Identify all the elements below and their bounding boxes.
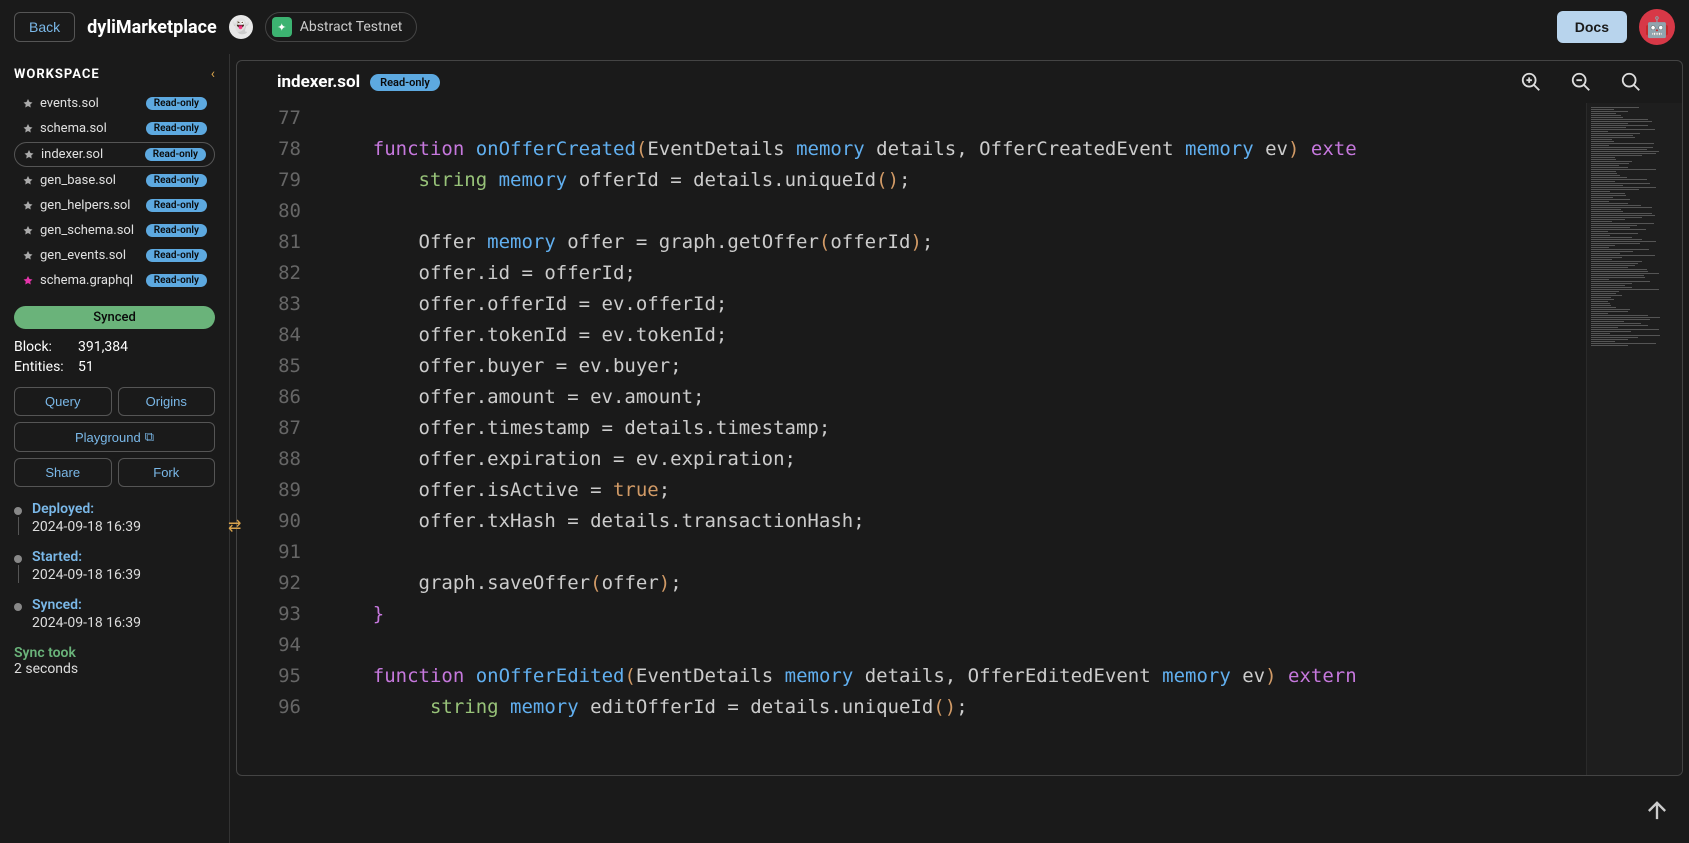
zoom-out-icon[interactable] bbox=[1570, 71, 1592, 93]
file-item[interactable]: indexer.sol Read-only bbox=[14, 142, 215, 167]
external-link-icon: ⧉ bbox=[145, 429, 154, 445]
ghost-icon: 👻 bbox=[229, 15, 253, 39]
collapse-sidebar-icon[interactable]: ‹ bbox=[211, 66, 215, 82]
readonly-pill: Read-only bbox=[146, 97, 207, 110]
file-icon bbox=[22, 250, 34, 262]
timeline-dot-icon bbox=[14, 555, 22, 563]
file-item[interactable]: gen_helpers.sol Read-only bbox=[14, 194, 215, 217]
timeline-label: Synced: bbox=[32, 597, 141, 613]
block-label: Block: bbox=[14, 339, 78, 355]
block-value: 391,384 bbox=[78, 339, 128, 355]
file-name: gen_events.sol bbox=[40, 248, 126, 263]
file-item[interactable]: gen_events.sol Read-only bbox=[14, 244, 215, 267]
scroll-top-button[interactable] bbox=[1643, 797, 1671, 825]
network-icon: ✦ bbox=[272, 17, 292, 37]
file-icon bbox=[23, 149, 35, 161]
file-name: schema.sol bbox=[40, 121, 107, 136]
code-content: function onOfferCreated(EventDetails mem… bbox=[327, 103, 1586, 775]
workspace-title: WORKSPACE bbox=[14, 67, 100, 82]
readonly-pill: Read-only bbox=[146, 199, 207, 212]
file-name: gen_schema.sol bbox=[40, 223, 134, 238]
readonly-badge: Read-only bbox=[370, 74, 440, 91]
timeline-label: Started: bbox=[32, 549, 141, 565]
playground-button[interactable]: Playground ⧉ bbox=[14, 422, 215, 452]
avatar[interactable]: 🤖 bbox=[1639, 9, 1675, 45]
readonly-pill: Read-only bbox=[146, 224, 207, 237]
file-item[interactable]: schema.sol Read-only bbox=[14, 117, 215, 140]
search-icon[interactable] bbox=[1620, 71, 1642, 93]
file-icon bbox=[22, 275, 34, 287]
project-name: dyliMarketplace bbox=[87, 17, 217, 38]
file-name: events.sol bbox=[40, 96, 99, 111]
query-button[interactable]: Query bbox=[14, 387, 112, 416]
share-button[interactable]: Share bbox=[14, 458, 112, 487]
sidebar: WORKSPACE ‹ events.sol Read-only schema.… bbox=[0, 54, 230, 843]
docs-button[interactable]: Docs bbox=[1557, 11, 1627, 43]
file-list: events.sol Read-only schema.sol Read-onl… bbox=[14, 92, 215, 292]
readonly-pill: Read-only bbox=[145, 148, 206, 161]
sync-took-label: Sync took bbox=[14, 645, 215, 661]
file-item[interactable]: gen_base.sol Read-only bbox=[14, 169, 215, 192]
file-icon bbox=[22, 98, 34, 110]
origins-button[interactable]: Origins bbox=[118, 387, 216, 416]
top-header: Back dyliMarketplace 👻 ✦ Abstract Testne… bbox=[0, 0, 1689, 54]
file-icon bbox=[22, 200, 34, 212]
timeline-label: Deployed: bbox=[32, 501, 141, 517]
readonly-pill: Read-only bbox=[146, 174, 207, 187]
readonly-pill: Read-only bbox=[146, 274, 207, 287]
timeline: Deployed: 2024-09-18 16:39 Started: 2024… bbox=[14, 501, 215, 631]
readonly-pill: Read-only bbox=[146, 122, 207, 135]
sync-status: Synced bbox=[14, 306, 215, 329]
network-label: Abstract Testnet bbox=[300, 19, 403, 35]
file-name: schema.graphql bbox=[40, 273, 133, 288]
file-item[interactable]: schema.graphql Read-only bbox=[14, 269, 215, 292]
sync-took-value: 2 seconds bbox=[14, 661, 215, 677]
file-icon bbox=[22, 175, 34, 187]
zoom-in-icon[interactable] bbox=[1520, 71, 1542, 93]
file-icon bbox=[22, 123, 34, 135]
timeline-item: Started: 2024-09-18 16:39 bbox=[14, 549, 215, 583]
file-name: indexer.sol bbox=[41, 147, 103, 162]
code-editor[interactable]: 7778798081828384858687888990919293949596… bbox=[237, 103, 1682, 775]
editor-area: ⇄ indexer.sol Read-only 7778798081828384… bbox=[230, 54, 1689, 843]
line-gutter: 7778798081828384858687888990919293949596 bbox=[237, 103, 327, 775]
editor-tabbar: indexer.sol Read-only bbox=[237, 61, 1682, 103]
timeline-time: 2024-09-18 16:39 bbox=[32, 519, 141, 535]
timeline-item: Deployed: 2024-09-18 16:39 bbox=[14, 501, 215, 535]
readonly-pill: Read-only bbox=[146, 249, 207, 262]
timeline-dot-icon bbox=[14, 603, 22, 611]
file-icon bbox=[22, 225, 34, 237]
timeline-dot-icon bbox=[14, 507, 22, 515]
timeline-time: 2024-09-18 16:39 bbox=[32, 567, 141, 583]
entities-value: 51 bbox=[78, 359, 94, 375]
file-name: gen_helpers.sol bbox=[40, 198, 130, 213]
tab-filename: indexer.sol bbox=[277, 72, 360, 92]
timeline-item: Synced: 2024-09-18 16:39 bbox=[14, 597, 215, 631]
entities-label: Entities: bbox=[14, 359, 78, 375]
file-item[interactable]: gen_schema.sol Read-only bbox=[14, 219, 215, 242]
minimap[interactable] bbox=[1586, 103, 1682, 775]
file-name: gen_base.sol bbox=[40, 173, 116, 188]
timeline-time: 2024-09-18 16:39 bbox=[32, 615, 141, 631]
back-button[interactable]: Back bbox=[14, 12, 75, 42]
file-item[interactable]: events.sol Read-only bbox=[14, 92, 215, 115]
fork-button[interactable]: Fork bbox=[118, 458, 216, 487]
network-selector[interactable]: ✦ Abstract Testnet bbox=[265, 12, 418, 42]
